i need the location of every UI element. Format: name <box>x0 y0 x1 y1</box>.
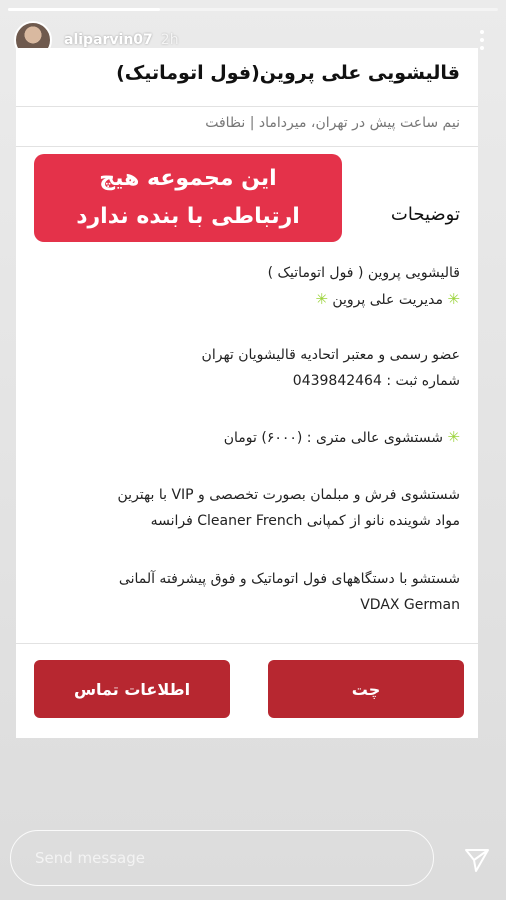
chat-button[interactable]: چت <box>268 660 464 718</box>
username[interactable]: aliparvin07 <box>64 32 153 48</box>
description-intro: قالیشویی پروین ( فول اتوماتیک ) ✳ مدیریت… <box>36 260 460 313</box>
divider <box>16 106 478 107</box>
listing-title: قالیشویی علی پروین(فول اتوماتیک) <box>116 62 460 84</box>
price-line: شستشوی عالی متری : (۶۰۰۰) تومان <box>223 430 443 446</box>
send-icon[interactable] <box>464 847 490 873</box>
description-machines: شستشو با دستگاههای فول اتوماتیک و فوق پی… <box>36 566 460 618</box>
sparkle-icon: ✳ <box>447 428 460 446</box>
description-services: شستشوی فرش و مبلمان بصورت تخصصی و VIP با… <box>36 482 460 534</box>
story-progress-bar <box>8 8 498 11</box>
section-title-description: توضیحات <box>390 204 460 225</box>
description-line: شستشو با دستگاههای فول اتوماتیک و فوق پی… <box>118 571 460 587</box>
description-line: مدیریت علی پروین <box>332 292 443 308</box>
sparkle-icon: ✳ <box>315 290 328 308</box>
story-progress-fill <box>8 8 160 11</box>
post-time: 2h <box>160 32 179 48</box>
disclaimer-sticker: این مجموعه هیچ ارتباطی با بنده ندارد <box>34 154 342 242</box>
description-line: عضو رسمی و معتبر اتحادیه قالیشویان تهران <box>201 347 460 363</box>
description-price: ✳ شستشوی عالی متری : (۶۰۰۰) تومان <box>36 424 460 451</box>
divider <box>16 643 478 644</box>
message-composer <box>10 830 434 886</box>
listing-subtitle: نیم ساعت پیش در تهران، میرداماد | نظافت <box>205 115 460 131</box>
divider <box>16 146 478 147</box>
registration-number: شماره ثبت : 0439842464 <box>292 373 460 389</box>
description-line: VDAX German <box>360 597 460 613</box>
description-line-manager: ✳ مدیریت علی پروین ✳ <box>36 286 460 313</box>
description-membership: عضو رسمی و معتبر اتحادیه قالیشویان تهران… <box>36 342 460 394</box>
contact-info-button[interactable]: اطلاعات تماس <box>34 660 230 718</box>
disclaimer-line-1: این مجموعه هیچ <box>99 166 277 191</box>
disclaimer-line-2: ارتباطی با بنده ندارد <box>76 204 300 229</box>
sparkle-icon: ✳ <box>447 290 460 308</box>
description-line: قالیشویی پروین ( فول اتوماتیک ) <box>267 265 460 281</box>
send-message-input[interactable] <box>33 848 433 868</box>
description-line: شستشوی فرش و مبلمان بصورت تخصصی و VIP با… <box>117 487 460 503</box>
listing-card: قالیشویی علی پروین(فول اتوماتیک) نیم ساع… <box>16 48 478 738</box>
more-options-icon[interactable] <box>472 30 492 50</box>
description-line: مواد شوینده نانو از کمپانی Cleaner Frenc… <box>150 513 460 529</box>
